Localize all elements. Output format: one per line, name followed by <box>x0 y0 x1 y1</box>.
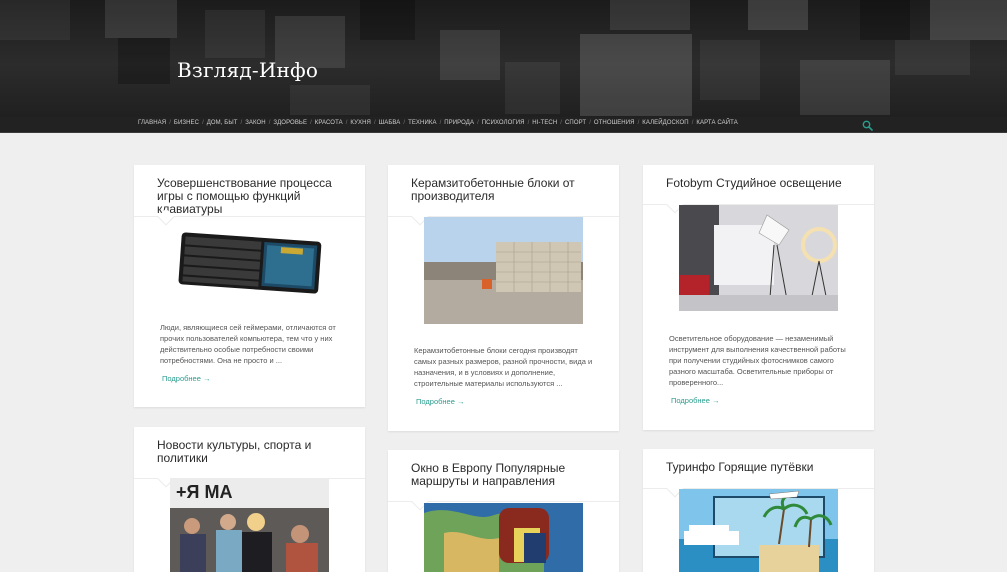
post-card-header: Новости культуры, спорта и политики <box>134 427 365 488</box>
header-bg-square <box>440 30 500 80</box>
nav-item[interactable]: Психология <box>482 120 525 126</box>
header-bg-square <box>0 0 70 40</box>
header-bg-square <box>290 85 370 115</box>
nav-item[interactable]: Кухня <box>350 120 371 126</box>
post-excerpt: Люди, являющиеся сей геймерами, отличают… <box>160 323 336 365</box>
nav-separator: / <box>439 120 442 126</box>
main-nav: Главная / Бизнес / Дом, быт / Закон / Здоровье / К… <box>0 117 1007 133</box>
news-banner-text: +Я МА <box>176 482 233 502</box>
read-more-link[interactable]: Подробнее → <box>671 396 719 405</box>
keyboard-image[interactable] <box>170 227 329 297</box>
nav-separator: / <box>373 120 376 126</box>
post-card: Керамзитобетонные блоки от производителя… <box>388 165 619 431</box>
nav-list: Главная / Бизнес / Дом, быт / Закон / Здоровье / К… <box>138 120 738 126</box>
beach-tour-image[interactable] <box>679 489 838 572</box>
nav-item[interactable]: Бизнес <box>174 120 199 126</box>
post-title[interactable]: Новости культуры, спорта и политики <box>157 439 349 465</box>
header-bg-square <box>205 10 265 58</box>
header-bg-square <box>610 0 690 30</box>
nav-separator: / <box>560 120 562 126</box>
concrete-blocks-image[interactable] <box>424 217 583 324</box>
nav-item[interactable]: Природа <box>444 120 474 126</box>
nav-separator: / <box>202 120 204 126</box>
search-icon[interactable] <box>862 120 873 131</box>
post-excerpt: Керамзитобетонные блоки сегодня производ… <box>414 346 593 388</box>
post-title[interactable]: Туринфо Горящие путёвки <box>666 461 858 474</box>
nav-separator: / <box>345 120 348 126</box>
site-header: Взгляд-Инфо <box>0 0 1007 117</box>
nav-item[interactable]: Карта сайта <box>696 120 737 126</box>
post-excerpt: Осветительное оборудование — незаменимый… <box>669 334 846 387</box>
nav-item[interactable]: Главная <box>138 120 166 126</box>
header-bg-square <box>860 0 910 40</box>
nav-item[interactable]: Спорт <box>565 120 586 126</box>
nav-separator: / <box>527 120 530 126</box>
travel-map-image[interactable] <box>424 503 583 572</box>
header-bg-square <box>895 40 970 75</box>
post-card-header: Окно в Европу Популярные маршруты и напр… <box>388 450 619 511</box>
people-illustration <box>180 513 318 572</box>
post-card-header: Усовершенствование процесса игры с помощ… <box>134 165 365 226</box>
post-card: Туринфо Горящие путёвки <box>643 449 874 572</box>
header-bg-square <box>580 34 692 116</box>
post-card: Усовершенствование процесса игры с помощ… <box>134 165 365 407</box>
post-card: Новости культуры, спорта и политики +Я М… <box>134 427 365 572</box>
nav-item[interactable]: Отношения <box>594 120 635 126</box>
post-card: Окно в Европу Популярные маршруты и напр… <box>388 450 619 572</box>
nav-item[interactable]: Шабва <box>379 120 401 126</box>
header-bg-square <box>360 0 415 40</box>
header-bg-square <box>748 0 808 30</box>
post-card-header: Керамзитобетонные блоки от производителя <box>388 165 619 226</box>
post-title[interactable]: Fotobym Студийное освещение <box>666 177 858 190</box>
nav-item[interactable]: Техника <box>408 120 437 126</box>
nav-separator: / <box>169 120 171 126</box>
nav-item[interactable]: Красота <box>315 120 343 126</box>
header-bg-square <box>118 38 170 84</box>
header-bg-square <box>700 40 760 100</box>
nav-separator: / <box>691 120 694 126</box>
post-title[interactable]: Усовершенствование процесса игры с помощ… <box>157 177 349 216</box>
read-more-link[interactable]: Подробнее → <box>162 374 210 383</box>
nav-item[interactable]: Закон <box>245 120 266 126</box>
nav-item[interactable]: Калейдоскоп <box>642 120 688 126</box>
nav-separator: / <box>589 120 591 126</box>
nav-separator: / <box>268 120 271 126</box>
nav-item[interactable]: Hi-tech <box>532 120 557 126</box>
nav-item[interactable]: Здоровье <box>273 120 307 126</box>
header-bg-square <box>800 60 890 115</box>
nav-item[interactable]: Дом, быт <box>207 120 238 126</box>
nav-separator: / <box>310 120 312 126</box>
post-card: Fotobym Студийное освещение Осветительно… <box>643 165 874 430</box>
read-more-link[interactable]: Подробнее → <box>416 397 464 406</box>
nav-separator: / <box>477 120 479 126</box>
news-image[interactable]: +Я МА <box>170 478 329 572</box>
site-title[interactable]: Взгляд-Инфо <box>177 58 318 82</box>
header-bg-square <box>505 62 560 114</box>
post-card-header: Туринфо Горящие путёвки <box>643 449 874 498</box>
post-title[interactable]: Керамзитобетонные блоки от производителя <box>411 177 603 203</box>
post-title[interactable]: Окно в Европу Популярные маршруты и напр… <box>411 462 603 488</box>
nav-separator: / <box>403 120 406 126</box>
nav-separator: / <box>637 120 640 126</box>
header-bg-square <box>105 0 177 38</box>
post-card-header: Fotobym Студийное освещение <box>643 165 874 214</box>
nav-separator: / <box>240 120 243 126</box>
header-bg-square <box>930 0 1007 40</box>
studio-lighting-image[interactable] <box>679 205 838 311</box>
